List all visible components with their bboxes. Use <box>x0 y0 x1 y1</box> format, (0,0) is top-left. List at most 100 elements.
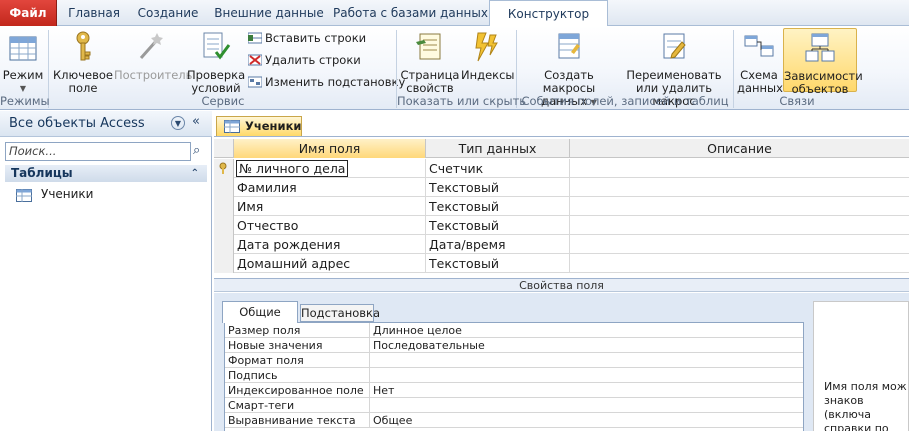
column-header-description[interactable]: Описание <box>570 139 909 158</box>
tab-external-data[interactable]: Внешние данные <box>212 0 326 26</box>
property-row[interactable]: Индексированное поле Нет <box>225 383 803 398</box>
row-selector[interactable] <box>214 159 234 178</box>
field-name-cell[interactable]: Имя <box>234 197 426 216</box>
nav-header: Все объекты Access ▼ « <box>0 111 212 137</box>
table-row[interactable]: Домашний адрес Текстовый <box>214 254 909 273</box>
object-dependencies-button[interactable]: Зависимости объектов <box>783 28 863 96</box>
collapse-section-icon[interactable]: ⌃ <box>191 165 199 182</box>
data-type-cell[interactable]: Счетчик <box>426 159 570 178</box>
property-row[interactable]: Формат поля <box>225 353 803 368</box>
property-row[interactable]: Смарт-теги <box>225 398 803 413</box>
property-value[interactable] <box>369 398 803 413</box>
field-name-editor[interactable]: № личного дела <box>236 160 349 177</box>
table-row[interactable]: Отчество Текстовый <box>214 216 909 235</box>
table-icon <box>16 187 32 209</box>
collapse-pane-icon[interactable]: « <box>192 114 200 129</box>
property-value[interactable]: Последовательные <box>369 338 803 353</box>
insert-rows-button[interactable]: Вставить строки <box>247 29 366 48</box>
table-row[interactable]: № личного дела Счетчик <box>214 159 909 178</box>
property-name: Выравнивание текста <box>228 414 356 427</box>
tab-file[interactable]: Файл <box>0 0 57 26</box>
nav-section-tables[interactable]: Таблицы ⌃ <box>5 165 207 182</box>
change-lookup-label: Изменить подстановку <box>265 75 406 89</box>
tab-general[interactable]: Общие <box>222 301 298 323</box>
nav-item-table[interactable]: Ученики <box>5 183 207 205</box>
builder-label: Построитель <box>114 68 193 82</box>
indexes-label: Индексы <box>461 68 515 82</box>
property-sheet-button[interactable]: Страница свойств <box>400 30 460 95</box>
property-row[interactable]: Подпись <box>225 368 803 383</box>
row-selector[interactable] <box>214 235 234 254</box>
schema-label: Схема данных <box>737 68 783 95</box>
change-lookup-button[interactable]: Изменить подстановку <box>247 73 406 92</box>
group-label-service: Сервис <box>201 94 245 108</box>
schema-button[interactable]: Схема данных <box>737 30 783 95</box>
navigation-pane: Все объекты Access ▼ « Поиск... ⌕ Таблиц… <box>0 111 212 431</box>
document-tab[interactable]: Ученики <box>216 116 302 136</box>
row-selector[interactable] <box>214 254 234 273</box>
builder-button[interactable]: Построитель <box>114 30 192 82</box>
field-name-cell[interactable]: Отчество <box>234 216 426 235</box>
check-conditions-button[interactable]: Проверка условий <box>187 30 245 95</box>
row-selector[interactable] <box>214 216 234 235</box>
check-rules-icon <box>199 30 233 66</box>
field-name-cell[interactable]: Дата рождения <box>234 235 426 254</box>
property-row[interactable]: Новые значения Последовательные <box>225 338 803 353</box>
description-cell[interactable] <box>570 216 909 235</box>
data-type-cell[interactable]: Текстовый <box>426 178 570 197</box>
insert-rows-icon <box>247 31 263 44</box>
dependencies-icon <box>803 31 837 67</box>
design-grid-header: Имя поля Тип данных Описание <box>214 139 909 158</box>
lookup-icon <box>247 75 263 88</box>
property-row[interactable]: Выравнивание текста Общее <box>225 413 803 428</box>
property-value[interactable] <box>369 368 803 383</box>
description-cell[interactable] <box>570 159 909 178</box>
view-mode-button[interactable]: Режим ▼ <box>2 30 44 95</box>
view-mode-label: Режим <box>2 68 44 82</box>
key-icon <box>66 30 100 66</box>
property-value[interactable]: Длинное целое <box>369 323 803 338</box>
table-row[interactable]: Дата рождения Дата/время <box>214 235 909 254</box>
table-row[interactable]: Имя Текстовый <box>214 197 909 216</box>
description-cell[interactable] <box>570 254 909 273</box>
nav-search-input[interactable]: Поиск... <box>5 142 191 161</box>
data-type-cell[interactable]: Дата/время <box>426 235 570 254</box>
chevron-down-icon[interactable]: ▼ <box>171 116 185 130</box>
ribbon-tabs-bar: Файл Главная Создание Внешние данные Раб… <box>0 0 909 27</box>
property-name: Формат поля <box>228 354 304 367</box>
data-type-cell[interactable]: Текстовый <box>426 216 570 235</box>
column-header-data-type[interactable]: Тип данных <box>426 139 570 158</box>
tab-home[interactable]: Главная <box>62 0 126 26</box>
tab-design[interactable]: Конструктор <box>489 0 608 27</box>
delete-rows-button[interactable]: Удалить строки <box>247 51 361 70</box>
row-selector[interactable] <box>214 178 234 197</box>
field-name-cell[interactable]: № личного дела <box>234 159 426 178</box>
tab-lookup[interactable]: Подстановка <box>300 304 380 322</box>
property-value[interactable]: Нет <box>369 383 803 398</box>
property-value[interactable]: Общее <box>369 413 803 428</box>
data-type-cell[interactable]: Текстовый <box>426 254 570 273</box>
description-cell[interactable] <box>570 197 909 216</box>
indexes-button[interactable]: Индексы <box>461 30 515 82</box>
field-name-cell[interactable]: Фамилия <box>234 178 426 197</box>
data-type-cell[interactable]: Текстовый <box>426 197 570 216</box>
group-label-modes: Режимы <box>0 94 50 108</box>
description-cell[interactable] <box>570 235 909 254</box>
primary-key-button[interactable]: Ключевое поле <box>53 30 113 95</box>
ribbon: Режим ▼ Режимы Ключевое поле Построитель… <box>0 26 909 110</box>
primary-key-indicator-icon <box>219 162 230 177</box>
property-row[interactable]: Размер поля Длинное целое <box>225 323 803 338</box>
field-name-cell[interactable]: Домашний адрес <box>234 254 426 273</box>
tab-database-tools[interactable]: Работа с базами данных <box>333 0 488 26</box>
property-value[interactable] <box>369 353 803 368</box>
tab-create[interactable]: Создание <box>132 0 204 26</box>
nav-title[interactable]: Все объекты Access <box>9 116 145 131</box>
row-selector[interactable] <box>214 197 234 216</box>
search-icon[interactable]: ⌕ <box>193 143 200 158</box>
check-conditions-label: Проверка условий <box>187 68 246 95</box>
table-row[interactable]: Фамилия Текстовый <box>214 178 909 197</box>
description-cell[interactable] <box>570 178 909 197</box>
properties-grid: Размер поля Длинное целое Новые значения П… <box>224 322 804 431</box>
column-header-field-name[interactable]: Имя поля <box>234 139 426 158</box>
primary-key-label: Ключевое поле <box>53 68 113 95</box>
